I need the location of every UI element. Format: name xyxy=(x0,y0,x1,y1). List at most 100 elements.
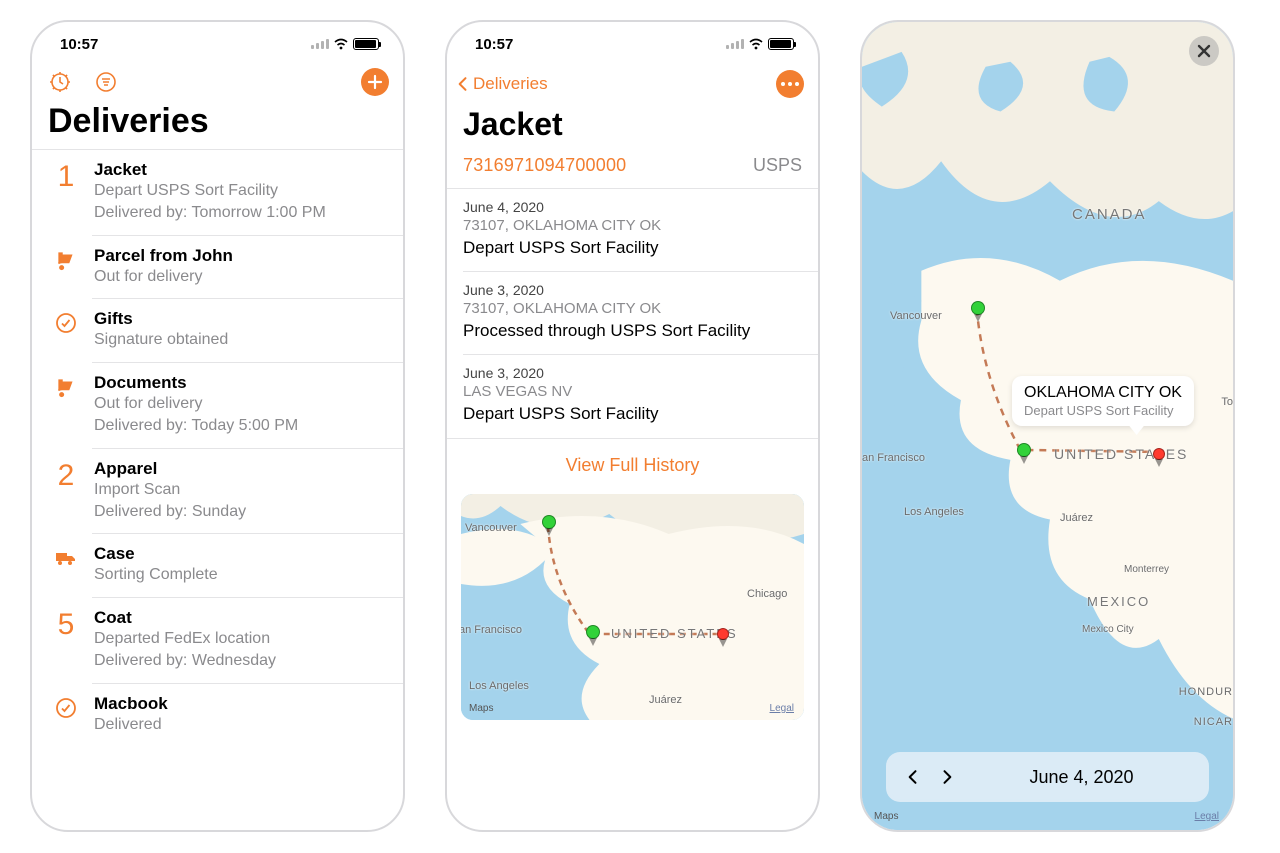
map-pin-origin xyxy=(542,515,556,529)
days-remaining-badge: 1 xyxy=(44,160,88,224)
map-canvas xyxy=(862,22,1233,830)
delivery-title: Case xyxy=(94,544,387,564)
delivery-row-body: CaseSorting Complete xyxy=(94,544,387,586)
nav-bar: Deliveries xyxy=(447,66,818,102)
delivery-status: Import Scan xyxy=(94,480,387,501)
delivery-status: Out for delivery xyxy=(94,267,387,288)
map-pin-destination xyxy=(717,628,729,640)
map-canvas xyxy=(461,494,804,720)
map-pin-destination[interactable] xyxy=(1153,448,1165,460)
map-callout[interactable]: OKLAHOMA CITY OK Depart USPS Sort Facili… xyxy=(1012,376,1194,426)
dolly-icon xyxy=(54,375,78,399)
map-pin-origin[interactable] xyxy=(971,301,985,315)
days-remaining-badge: 5 xyxy=(44,608,88,672)
delivery-row[interactable]: Parcel from JohnOut for delivery xyxy=(32,236,403,300)
delivery-status: Departed FedEx location xyxy=(94,629,387,650)
callout-subtitle: Depart USPS Sort Facility xyxy=(1024,403,1182,418)
tracking-row: 7316971094700000 USPS xyxy=(447,149,818,188)
delivery-row-body: Parcel from JohnOut for delivery xyxy=(94,246,387,288)
chevron-left-icon xyxy=(453,72,473,96)
delivery-eta: Delivered by: Tomorrow 1:00 PM xyxy=(94,203,387,224)
close-icon xyxy=(1197,44,1211,58)
delivery-row[interactable]: MacbookDelivered xyxy=(32,684,403,748)
delivery-title: Macbook xyxy=(94,694,387,714)
dolly-icon xyxy=(54,248,78,272)
date-navigator: June 4, 2020 xyxy=(886,752,1209,802)
tracking-event: June 3, 2020LAS VEGAS NVDepart USPS Sort… xyxy=(447,355,818,438)
current-date: June 4, 2020 xyxy=(970,767,1193,788)
delivery-row[interactable]: GiftsSignature obtained xyxy=(32,299,403,363)
delivery-title: Jacket xyxy=(447,102,818,149)
back-button[interactable]: Deliveries xyxy=(453,72,548,96)
back-label: Deliveries xyxy=(473,74,548,94)
delivery-title: Coat xyxy=(94,608,387,628)
delivery-row[interactable]: CaseSorting Complete xyxy=(32,534,403,598)
prev-date-button[interactable] xyxy=(902,766,924,788)
view-full-history-button[interactable]: View Full History xyxy=(447,439,818,494)
status-time: 10:57 xyxy=(475,36,513,53)
delivery-status: Depart USPS Sort Facility xyxy=(94,181,387,202)
event-date: June 3, 2020 xyxy=(463,282,802,298)
tracking-event: June 3, 202073107, OKLAHOMA CITY OKProce… xyxy=(447,272,818,355)
battery-icon xyxy=(768,38,794,50)
chevron-right-icon xyxy=(937,767,957,787)
maps-legal-link[interactable]: Legal xyxy=(1195,811,1219,822)
tracking-events-list: June 4, 202073107, OKLAHOMA CITY OKDepar… xyxy=(447,189,818,438)
cellular-icon xyxy=(311,39,329,49)
truck-icon xyxy=(53,546,79,568)
delivery-detail-screen: 10:57 Deliveries Jacket 7316971094700000… xyxy=(445,20,820,832)
maps-attribution: Maps xyxy=(874,811,898,822)
delivery-status: Sorting Complete xyxy=(94,565,387,586)
delivery-status: Out for delivery xyxy=(94,394,387,415)
filter-button[interactable] xyxy=(92,68,120,96)
event-status: Depart USPS Sort Facility xyxy=(463,238,802,258)
map-pin-waypoint[interactable] xyxy=(1017,443,1031,457)
maps-legal-link[interactable]: Legal xyxy=(770,703,794,714)
deliveries-list-screen: 10:57 Deliveries 1JacketDepart USPS Sort… xyxy=(30,20,405,832)
delivery-title: Documents xyxy=(94,373,387,393)
filter-icon xyxy=(94,70,118,94)
check-circle-icon xyxy=(54,311,78,335)
gear-icon xyxy=(48,70,72,94)
delivery-row[interactable]: 1JacketDepart USPS Sort FacilityDelivere… xyxy=(32,150,403,236)
delivery-eta: Delivered by: Wednesday xyxy=(94,651,387,672)
callout-title: OKLAHOMA CITY OK xyxy=(1024,384,1182,402)
delivery-title: Jacket xyxy=(94,160,387,180)
tracking-map-full[interactable]: CANADA Vancouver an Francisco Los Angele… xyxy=(862,22,1233,830)
dolly-status-icon xyxy=(44,373,88,437)
close-button[interactable] xyxy=(1189,36,1219,66)
delivery-title: Apparel xyxy=(94,459,387,479)
deliveries-list[interactable]: 1JacketDepart USPS Sort FacilityDelivere… xyxy=(32,150,403,830)
event-location: 73107, OKLAHOMA CITY OK xyxy=(463,300,802,317)
plus-icon xyxy=(367,74,383,90)
tracking-map-thumbnail[interactable]: Vancouver an Francisco Los Angeles UNITE… xyxy=(461,494,804,720)
wifi-icon xyxy=(748,38,764,50)
delivery-row-body: DocumentsOut for deliveryDelivered by: T… xyxy=(94,373,387,437)
page-title: Deliveries xyxy=(32,102,403,149)
delivery-row[interactable]: 5 CoatDeparted FedEx locationDelivered by… xyxy=(32,598,403,684)
status-indicators xyxy=(726,38,794,50)
delivery-row-body: GiftsSignature obtained xyxy=(94,309,387,351)
check-circle-icon xyxy=(54,696,78,720)
delivery-row[interactable]: DocumentsOut for deliveryDelivered by: T… xyxy=(32,363,403,449)
map-pin-waypoint xyxy=(586,625,600,639)
status-bar: 10:57 xyxy=(32,22,403,66)
dolly-status-icon xyxy=(44,246,88,288)
delivery-title: Gifts xyxy=(94,309,387,329)
delivery-status: Delivered xyxy=(94,715,387,736)
settings-button[interactable] xyxy=(46,68,74,96)
delivery-row-body: JacketDepart USPS Sort FacilityDelivered… xyxy=(94,160,387,224)
cellular-icon xyxy=(726,39,744,49)
tracking-number[interactable]: 7316971094700000 xyxy=(463,155,626,176)
truck-status-icon xyxy=(44,544,88,586)
chevron-left-icon xyxy=(903,767,923,787)
wifi-icon xyxy=(333,38,349,50)
delivery-row[interactable]: 2ApparelImport ScanDelivered by: Sunday xyxy=(32,449,403,535)
more-button[interactable] xyxy=(776,70,804,98)
tracking-event: June 4, 202073107, OKLAHOMA CITY OKDepar… xyxy=(447,189,818,272)
status-bar: 10:57 xyxy=(447,22,818,66)
carrier-label: USPS xyxy=(753,155,802,176)
add-delivery-button[interactable] xyxy=(361,68,389,96)
next-date-button[interactable] xyxy=(936,766,958,788)
event-location: 73107, OKLAHOMA CITY OK xyxy=(463,217,802,234)
